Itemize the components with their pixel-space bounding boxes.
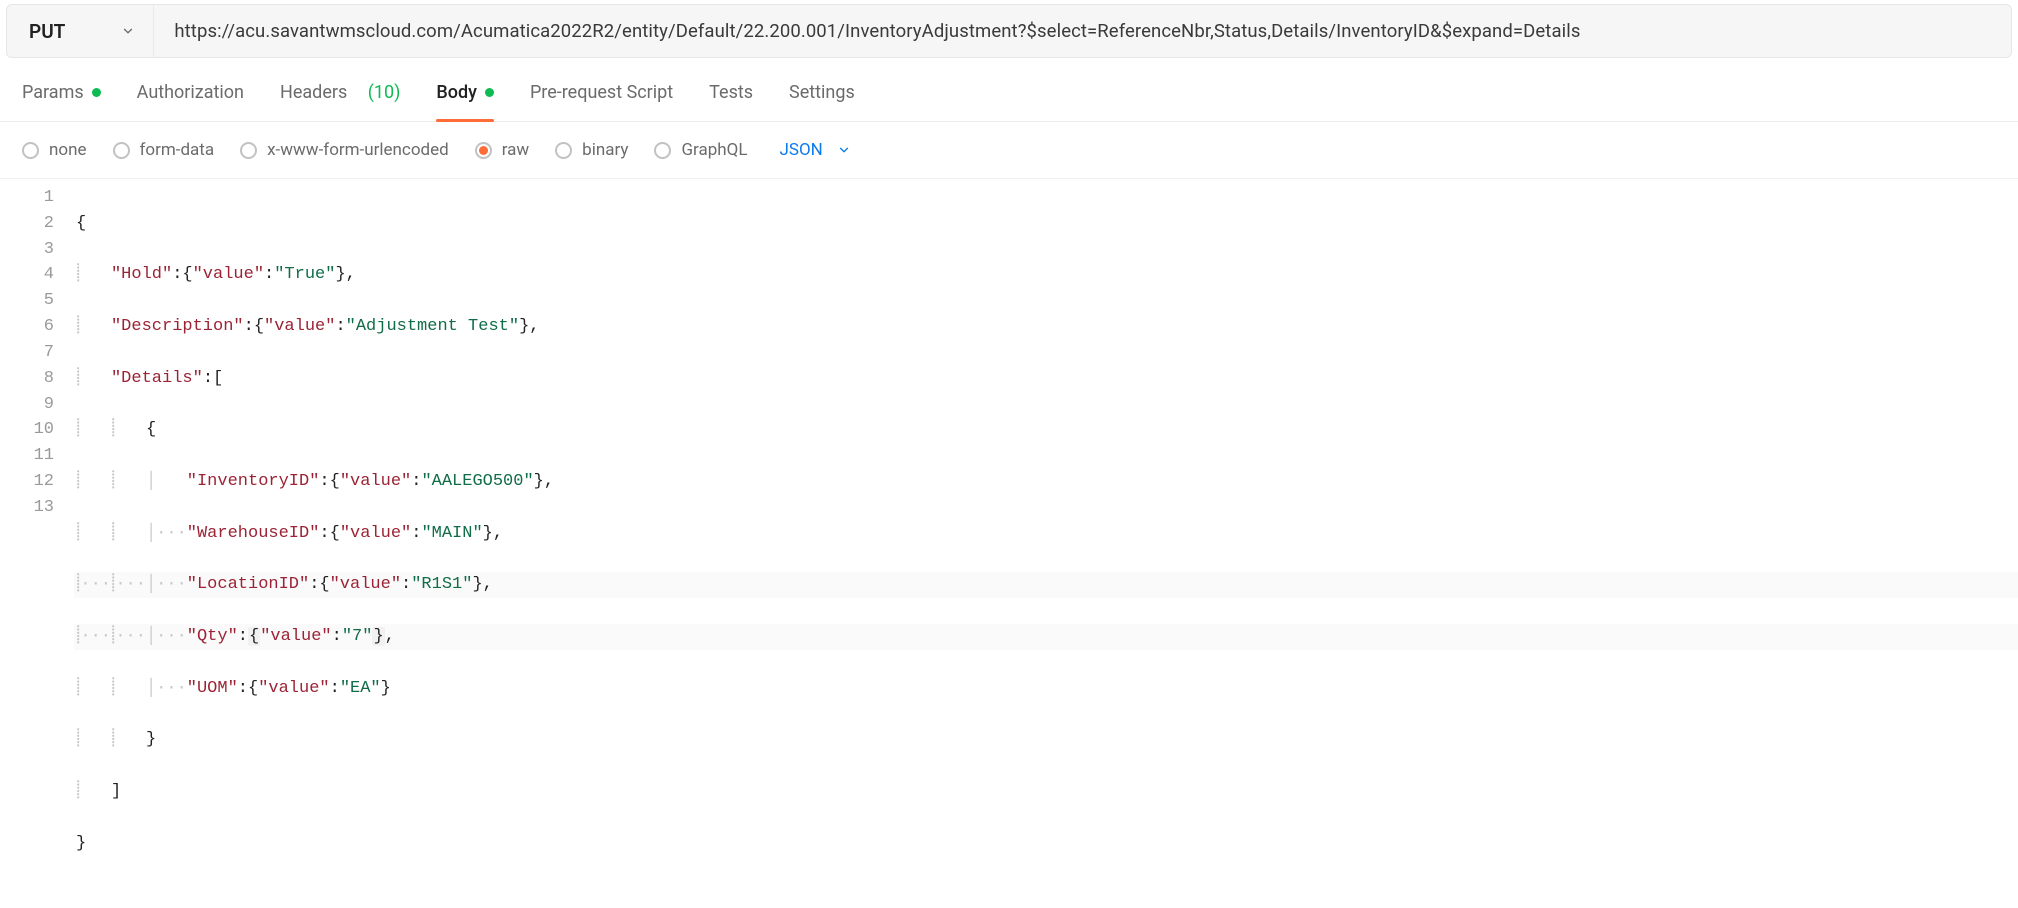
dot-icon [92,88,101,97]
request-url-input[interactable]: https://acu.savantwmscloud.com/Acumatica… [154,5,2011,57]
tab-tests[interactable]: Tests [709,82,753,121]
radio-icon [654,142,671,159]
radio-icon [475,142,492,159]
radio-graphql[interactable]: GraphQL [654,140,747,160]
code-content[interactable]: { ⸽ "Hold":{"value":"True"}, ⸽ "Descript… [74,185,2018,908]
chevron-down-icon [121,24,135,38]
radio-icon [22,142,39,159]
request-tabs: Params Authorization Headers (10) Body P… [0,58,2018,122]
request-bar: PUT https://acu.savantwmscloud.com/Acuma… [6,4,2012,58]
chevron-down-icon [837,143,851,157]
http-method-select[interactable]: PUT [7,5,154,57]
http-method-label: PUT [29,20,65,43]
radio-icon [240,142,257,159]
tab-body[interactable]: Body [436,82,494,121]
radio-binary[interactable]: binary [555,140,628,160]
tab-settings[interactable]: Settings [789,82,855,121]
tab-authorization[interactable]: Authorization [137,82,244,121]
radio-none[interactable]: none [22,140,87,160]
body-content-type-select[interactable]: JSON [779,140,850,160]
body-type-row: none form-data x-www-form-urlencoded raw… [0,122,2018,179]
tab-params[interactable]: Params [22,82,101,121]
line-gutter: 1 2 3 4 5 6 7 8 9 10 11 12 13 [0,185,74,908]
dot-icon [485,88,494,97]
tab-pre-request-script[interactable]: Pre-request Script [530,82,673,121]
radio-x-www-form-urlencoded[interactable]: x-www-form-urlencoded [240,140,449,160]
radio-icon [555,142,572,159]
code-editor[interactable]: 1 2 3 4 5 6 7 8 9 10 11 12 13 { ⸽ "Hold"… [0,179,2018,908]
request-url-text: https://acu.savantwmscloud.com/Acumatica… [174,20,1580,42]
radio-raw[interactable]: raw [475,140,529,160]
headers-count: (10) [368,82,401,103]
radio-icon [113,142,130,159]
tab-headers[interactable]: Headers (10) [280,82,400,121]
radio-form-data[interactable]: form-data [113,140,215,160]
